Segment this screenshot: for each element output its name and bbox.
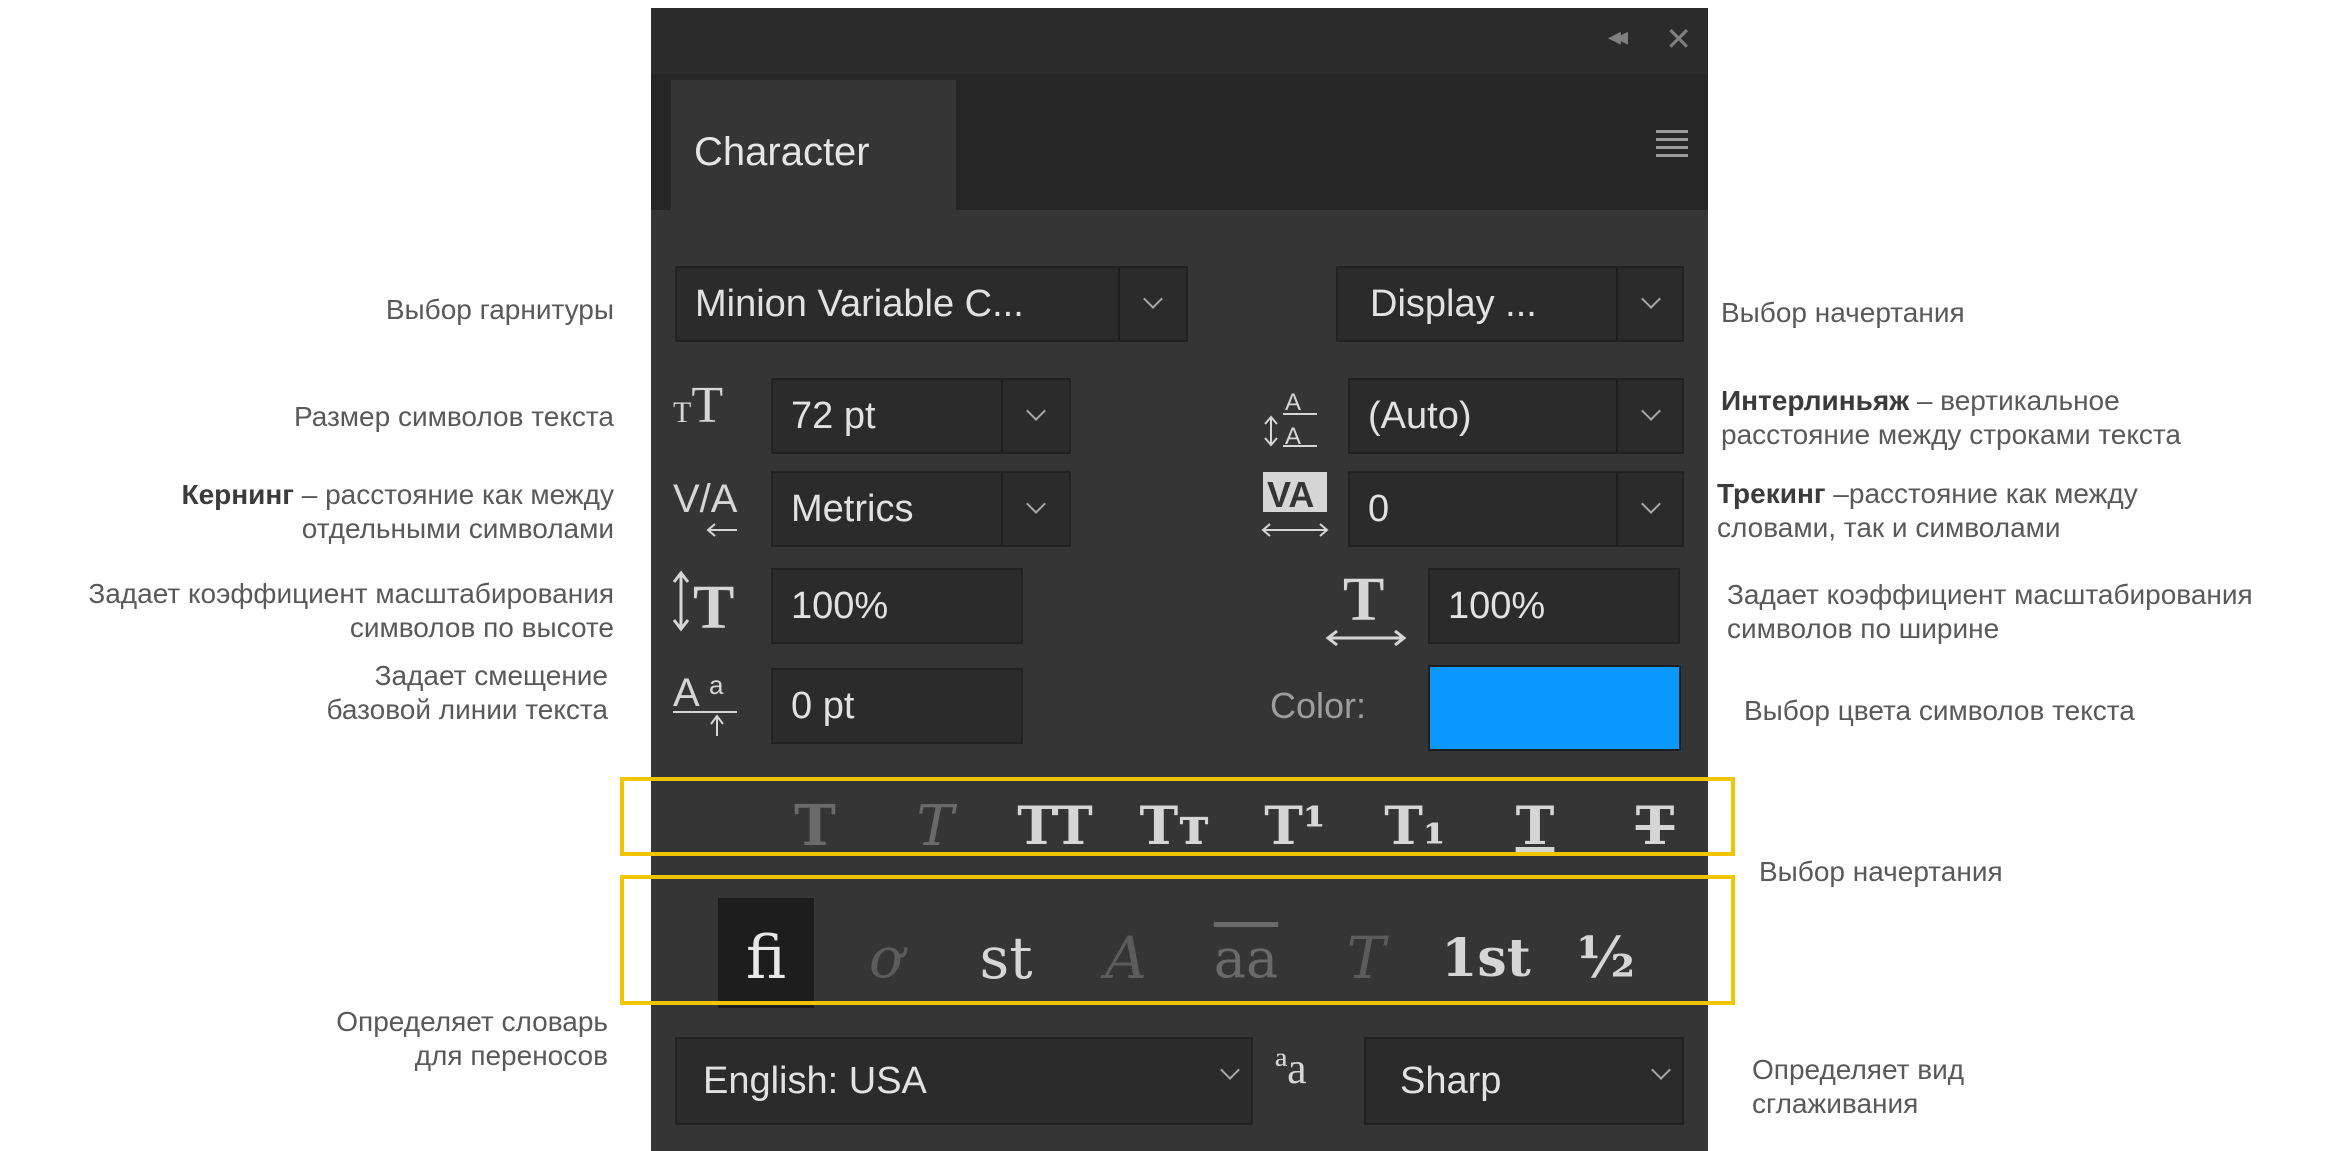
- language-select[interactable]: English: USA: [675, 1037, 1253, 1125]
- annotation-antialias: Определяет вид сглаживания: [1752, 1053, 1964, 1121]
- annotation-horizontal-scale-line2: символов по ширине: [1727, 613, 2000, 644]
- chevron-down-icon[interactable]: [1197, 1039, 1251, 1123]
- language-value: English: USA: [703, 1060, 927, 1102]
- font-family-select[interactable]: Minion Variable C...: [675, 266, 1188, 342]
- style-buttons-highlight: [620, 777, 1735, 856]
- baseline-shift-icon: A a: [673, 670, 737, 736]
- annotation-hyphenation-line2: для переносов: [414, 1040, 608, 1071]
- vertical-scale-icon: T: [672, 570, 734, 638]
- annotation-antialias-line1: Определяет вид: [1752, 1054, 1965, 1085]
- annotation-tracking-text: –расстояние как между: [1825, 478, 2138, 509]
- leading-input[interactable]: (Auto): [1348, 378, 1684, 454]
- svg-text:A: A: [1285, 389, 1301, 416]
- chevron-down-icon[interactable]: [1001, 473, 1069, 545]
- annotation-hyphenation-line1: Определяет словарь: [336, 1006, 608, 1037]
- kerning-select[interactable]: Metrics: [771, 471, 1071, 547]
- horizontal-scale-value: 100%: [1448, 585, 1546, 627]
- annotation-kerning-line2: отдельными символами: [301, 513, 614, 544]
- baseline-shift-input[interactable]: 0 pt: [771, 668, 1023, 744]
- font-style-value: Display ...: [1370, 283, 1537, 325]
- leading-icon: A A: [1264, 389, 1317, 448]
- annotation-tracking: Трекинг –расстояние как между словами, т…: [1717, 477, 2138, 545]
- annotation-baseline-line1: Задает смещение: [374, 660, 608, 691]
- chevron-down-icon[interactable]: [1001, 380, 1069, 452]
- kerning-icon: V/A: [673, 477, 738, 537]
- kerning-value: Metrics: [791, 488, 914, 530]
- svg-text:T: T: [693, 574, 734, 638]
- annotation-vertical-scale: Задает коэффициент масштабирования симво…: [88, 577, 614, 645]
- tracking-select[interactable]: 0: [1348, 471, 1684, 547]
- color-label: Color:: [1270, 685, 1367, 726]
- leading-value: (Auto): [1368, 395, 1472, 437]
- chevron-down-icon[interactable]: [1628, 1039, 1682, 1123]
- annotation-vertical-scale-line2: символов по высоте: [349, 612, 614, 643]
- tracking-icon: VA: [1261, 472, 1329, 537]
- tab-character[interactable]: Character: [671, 80, 956, 210]
- tracking-value: 0: [1368, 488, 1390, 530]
- close-icon[interactable]: ✕: [1665, 20, 1692, 58]
- anti-alias-select[interactable]: Sharp: [1364, 1037, 1684, 1125]
- annotation-vertical-scale-line1: Задает коэффициент масштабирования: [88, 578, 614, 609]
- annotation-leading: Интерлиньяж – вертикальное расстояние ме…: [1721, 384, 2181, 452]
- annotation-baseline-shift: Задает смещение базовой линии текста: [326, 659, 608, 727]
- svg-text:T: T: [1343, 568, 1384, 634]
- font-size-icon: TT: [673, 377, 724, 434]
- annotation-antialias-line2: сглаживания: [1752, 1088, 1919, 1119]
- svg-text:a: a: [709, 670, 724, 700]
- panel-title-bar: ◂◂ ✕: [651, 8, 1708, 74]
- annotation-horizontal-scale: Задает коэффициент масштабирования симво…: [1727, 578, 2253, 646]
- svg-text:VA: VA: [1267, 474, 1314, 515]
- svg-text:A: A: [673, 671, 700, 715]
- font-size-input[interactable]: 72 pt: [771, 378, 1071, 454]
- anti-alias-icon: ªa: [1275, 1044, 1307, 1093]
- chevron-down-icon[interactable]: [1616, 473, 1682, 545]
- font-size-value: 72 pt: [791, 395, 876, 437]
- annotation-font-style: Выбор начертания: [1721, 297, 1965, 328]
- anti-alias-value: Sharp: [1400, 1060, 1502, 1102]
- baseline-shift-value: 0 pt: [791, 685, 855, 727]
- chevron-down-icon[interactable]: [1118, 268, 1186, 340]
- annotation-tracking-line2: словами, так и символами: [1717, 512, 2061, 543]
- panel-menu-icon[interactable]: [1656, 130, 1688, 157]
- annotation-kerning-text: – расстояние как между: [293, 479, 614, 510]
- font-family-value: Minion Variable C...: [695, 283, 1024, 325]
- vertical-scale-value: 100%: [791, 585, 889, 627]
- annotation-tracking-term: Трекинг: [1717, 478, 1826, 509]
- vertical-scale-input[interactable]: 100%: [771, 568, 1023, 644]
- svg-text:A: A: [1285, 423, 1301, 448]
- annotation-leading-term: Интерлиньяж: [1721, 385, 1910, 416]
- collapse-icon[interactable]: ◂◂: [1608, 22, 1628, 52]
- horizontal-scale-input[interactable]: 100%: [1428, 568, 1680, 644]
- font-style-select[interactable]: Display ...: [1336, 266, 1684, 342]
- annotation-font-family: Выбор гарнитуры: [385, 294, 614, 325]
- annotation-horizontal-scale-line1: Задает коэффициент масштабирования: [1727, 579, 2253, 610]
- horizontal-scale-icon: T: [1325, 568, 1407, 647]
- tab-bar: Character: [651, 74, 1708, 210]
- opentype-buttons-highlight: [620, 875, 1735, 1005]
- annotation-font-size: Размер символов текста: [293, 401, 614, 432]
- chevron-down-icon[interactable]: [1616, 268, 1682, 340]
- annotation-color: Выбор цвета символов текста: [1744, 695, 2135, 726]
- annotation-style-buttons: Выбор начертания: [1759, 856, 2003, 887]
- chevron-down-icon[interactable]: [1616, 380, 1682, 452]
- annotation-baseline-line2: базовой линии текста: [326, 694, 608, 725]
- color-swatch[interactable]: [1428, 665, 1681, 751]
- annotation-hyphenation: Определяет словарь для переносов: [336, 1005, 608, 1073]
- annotation-leading-line2: расстояние между строками текста: [1721, 419, 2182, 450]
- svg-text:V/A: V/A: [673, 477, 738, 521]
- annotation-kerning-term: Кернинг: [181, 479, 294, 510]
- annotation-kerning: Кернинг – расстояние как между отдельным…: [182, 478, 615, 546]
- annotation-leading-text: – вертикальное: [1909, 385, 2120, 416]
